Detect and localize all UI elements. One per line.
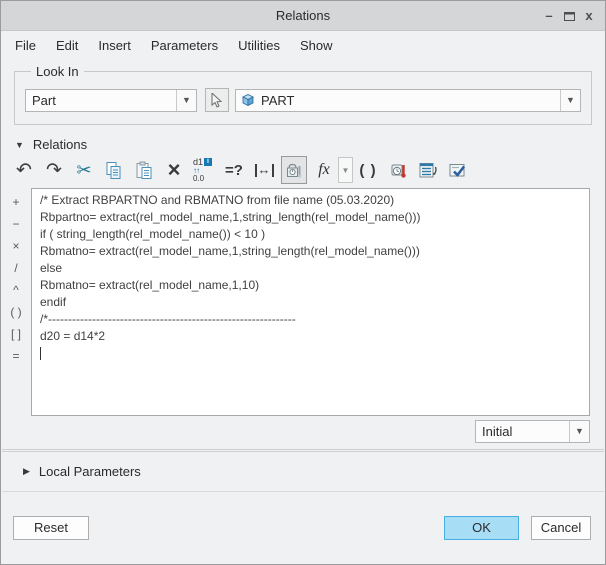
revision-select[interactable]: Initial ▼	[475, 419, 590, 443]
paste-button[interactable]	[131, 156, 157, 184]
info-badge-icon: i	[204, 157, 213, 166]
relation-line: /*--------------------------------------…	[40, 312, 296, 326]
collapse-triangle-icon: ▼	[15, 139, 24, 150]
cancel-button[interactable]: Cancel	[531, 515, 591, 540]
relation-units-button[interactable]	[385, 156, 411, 184]
chevron-down-icon[interactable]: ▼	[560, 89, 580, 111]
verify-check-icon	[449, 163, 466, 177]
expand-triangle-icon: ▶	[23, 465, 30, 476]
reset-button[interactable]: Reset	[13, 515, 89, 540]
chevron-down-icon[interactable]: ▼	[176, 89, 196, 111]
operator-brackets-button[interactable]: [ ]	[3, 323, 29, 345]
select-item-button[interactable]	[205, 88, 229, 112]
relations-section-label: Relations	[32, 137, 88, 152]
evaluate-icon: =?	[225, 161, 243, 179]
operator-equals-button[interactable]: =	[3, 345, 29, 367]
relation-line: Rbmatno= extract(rel_model_name,1,string…	[40, 244, 420, 258]
relations-editor[interactable]: /* Extract RBPARTNO and RBMATNO from fil…	[31, 188, 590, 416]
insert-function-button[interactable]: fx	[311, 156, 337, 184]
menu-utilities[interactable]: Utilities	[228, 34, 290, 57]
local-parameters-label: Local Parameters	[38, 463, 141, 479]
copy-button[interactable]	[101, 156, 127, 184]
measure-button[interactable]: ↔	[251, 156, 277, 184]
verify-relations-button[interactable]	[445, 156, 471, 184]
undo-button[interactable]: ↶	[11, 156, 37, 184]
dialog-title: Relations	[275, 8, 331, 23]
redo-icon: ↷	[46, 159, 62, 181]
copy-icon	[106, 161, 121, 179]
revision-value: Initial	[482, 423, 513, 439]
function-icon: fx	[318, 161, 330, 178]
menu-show[interactable]: Show	[290, 34, 343, 57]
minimize-icon[interactable]: –	[539, 6, 559, 26]
relation-line: d20 = d14*2	[40, 329, 106, 343]
relations-toolbar: ↶ ↷ ✂ × d1 i ↑↑ 0.0 =? ↔ fx ▼ ()	[1, 154, 605, 188]
menu-file[interactable]: File	[5, 34, 46, 57]
editor-area: + − × / ^ ( ) [ ] = /* Extract RBPARTNO …	[1, 188, 605, 416]
insert-operators-button[interactable]: ( )	[355, 156, 381, 184]
look-in-group: Look In Part ▼ PART ▼	[14, 64, 592, 125]
footer-bar: Reset OK Cancel	[1, 492, 605, 565]
look-in-scope-select[interactable]: Part ▼	[25, 88, 197, 112]
measure-icon: ↔	[254, 163, 274, 177]
units-scale-icon	[287, 163, 302, 178]
undo-icon: ↶	[16, 159, 32, 181]
relation-line: /* Extract RBPARTNO and RBMATNO from fil…	[40, 193, 395, 207]
clock-thermometer-icon	[391, 164, 406, 178]
chevron-down-icon[interactable]: ▼	[569, 420, 589, 442]
operator-divide-button[interactable]: /	[3, 257, 29, 279]
toggle-dimension-display-button[interactable]: d1 i ↑↑ 0.0	[191, 156, 217, 184]
cursor-line	[40, 345, 581, 362]
evaluate-button[interactable]: =?	[221, 156, 247, 184]
close-icon[interactable]: x	[579, 6, 599, 26]
look-in-label: Look In	[31, 64, 84, 79]
relations-section-header[interactable]: ▼ Relations	[1, 131, 605, 154]
operator-multiply-button[interactable]: ×	[3, 235, 29, 257]
cursor-arrow-icon	[211, 92, 223, 108]
maximize-icon[interactable]	[559, 6, 579, 26]
cut-button[interactable]: ✂	[71, 156, 97, 184]
delete-icon: ×	[167, 157, 181, 182]
local-parameters-header[interactable]: ▶ Local Parameters	[1, 452, 605, 491]
insert-function-dropdown-button[interactable]: ▼	[338, 157, 353, 183]
relation-line: if ( string_length(rel_model_name()) < 1…	[40, 227, 266, 241]
paste-icon	[136, 161, 152, 179]
operator-minus-button[interactable]: −	[3, 213, 29, 235]
look-in-target-value: PART	[261, 92, 295, 108]
text-caret	[40, 347, 41, 360]
relation-line: else	[40, 261, 63, 275]
window-controls: – x	[539, 1, 599, 30]
sort-relations-button[interactable]	[415, 156, 441, 184]
operator-power-button[interactable]: ^	[3, 279, 29, 301]
relation-line: endif	[40, 295, 67, 309]
cut-icon: ✂	[76, 160, 92, 180]
revision-row: Initial ▼	[1, 416, 605, 449]
relations-dialog: Relations – x File Edit Insert Parameter…	[0, 0, 606, 565]
menu-insert[interactable]: Insert	[88, 34, 141, 57]
delete-button[interactable]: ×	[161, 156, 187, 184]
relation-line: Rbmatno= extract(rel_model_name,1,10)	[40, 278, 260, 292]
operator-parentheses-button[interactable]: ( )	[3, 301, 29, 323]
menu-edit[interactable]: Edit	[46, 34, 88, 57]
menu-bar: File Edit Insert Parameters Utilities Sh…	[1, 31, 605, 59]
ok-button[interactable]: OK	[444, 515, 519, 540]
sort-list-icon	[419, 162, 437, 177]
title-bar: Relations – x	[1, 1, 605, 31]
look-in-scope-value: Part	[32, 92, 56, 108]
look-in-target-select[interactable]: PART ▼	[235, 88, 581, 112]
part-icon	[242, 94, 254, 107]
operators-icon: ( )	[359, 161, 377, 179]
relation-line: Rbpartno= extract(rel_model_name,1,strin…	[40, 210, 421, 224]
dimension-display-icon: d1 i ↑↑ 0.0	[193, 157, 215, 183]
operator-plus-button[interactable]: +	[3, 191, 29, 213]
menu-parameters[interactable]: Parameters	[141, 34, 228, 57]
operator-column: + − × / ^ ( ) [ ] =	[1, 188, 31, 416]
chevron-down-icon: ▼	[341, 165, 350, 175]
units-sensitive-toggle-button[interactable]	[281, 156, 307, 184]
redo-button[interactable]: ↷	[41, 156, 67, 184]
